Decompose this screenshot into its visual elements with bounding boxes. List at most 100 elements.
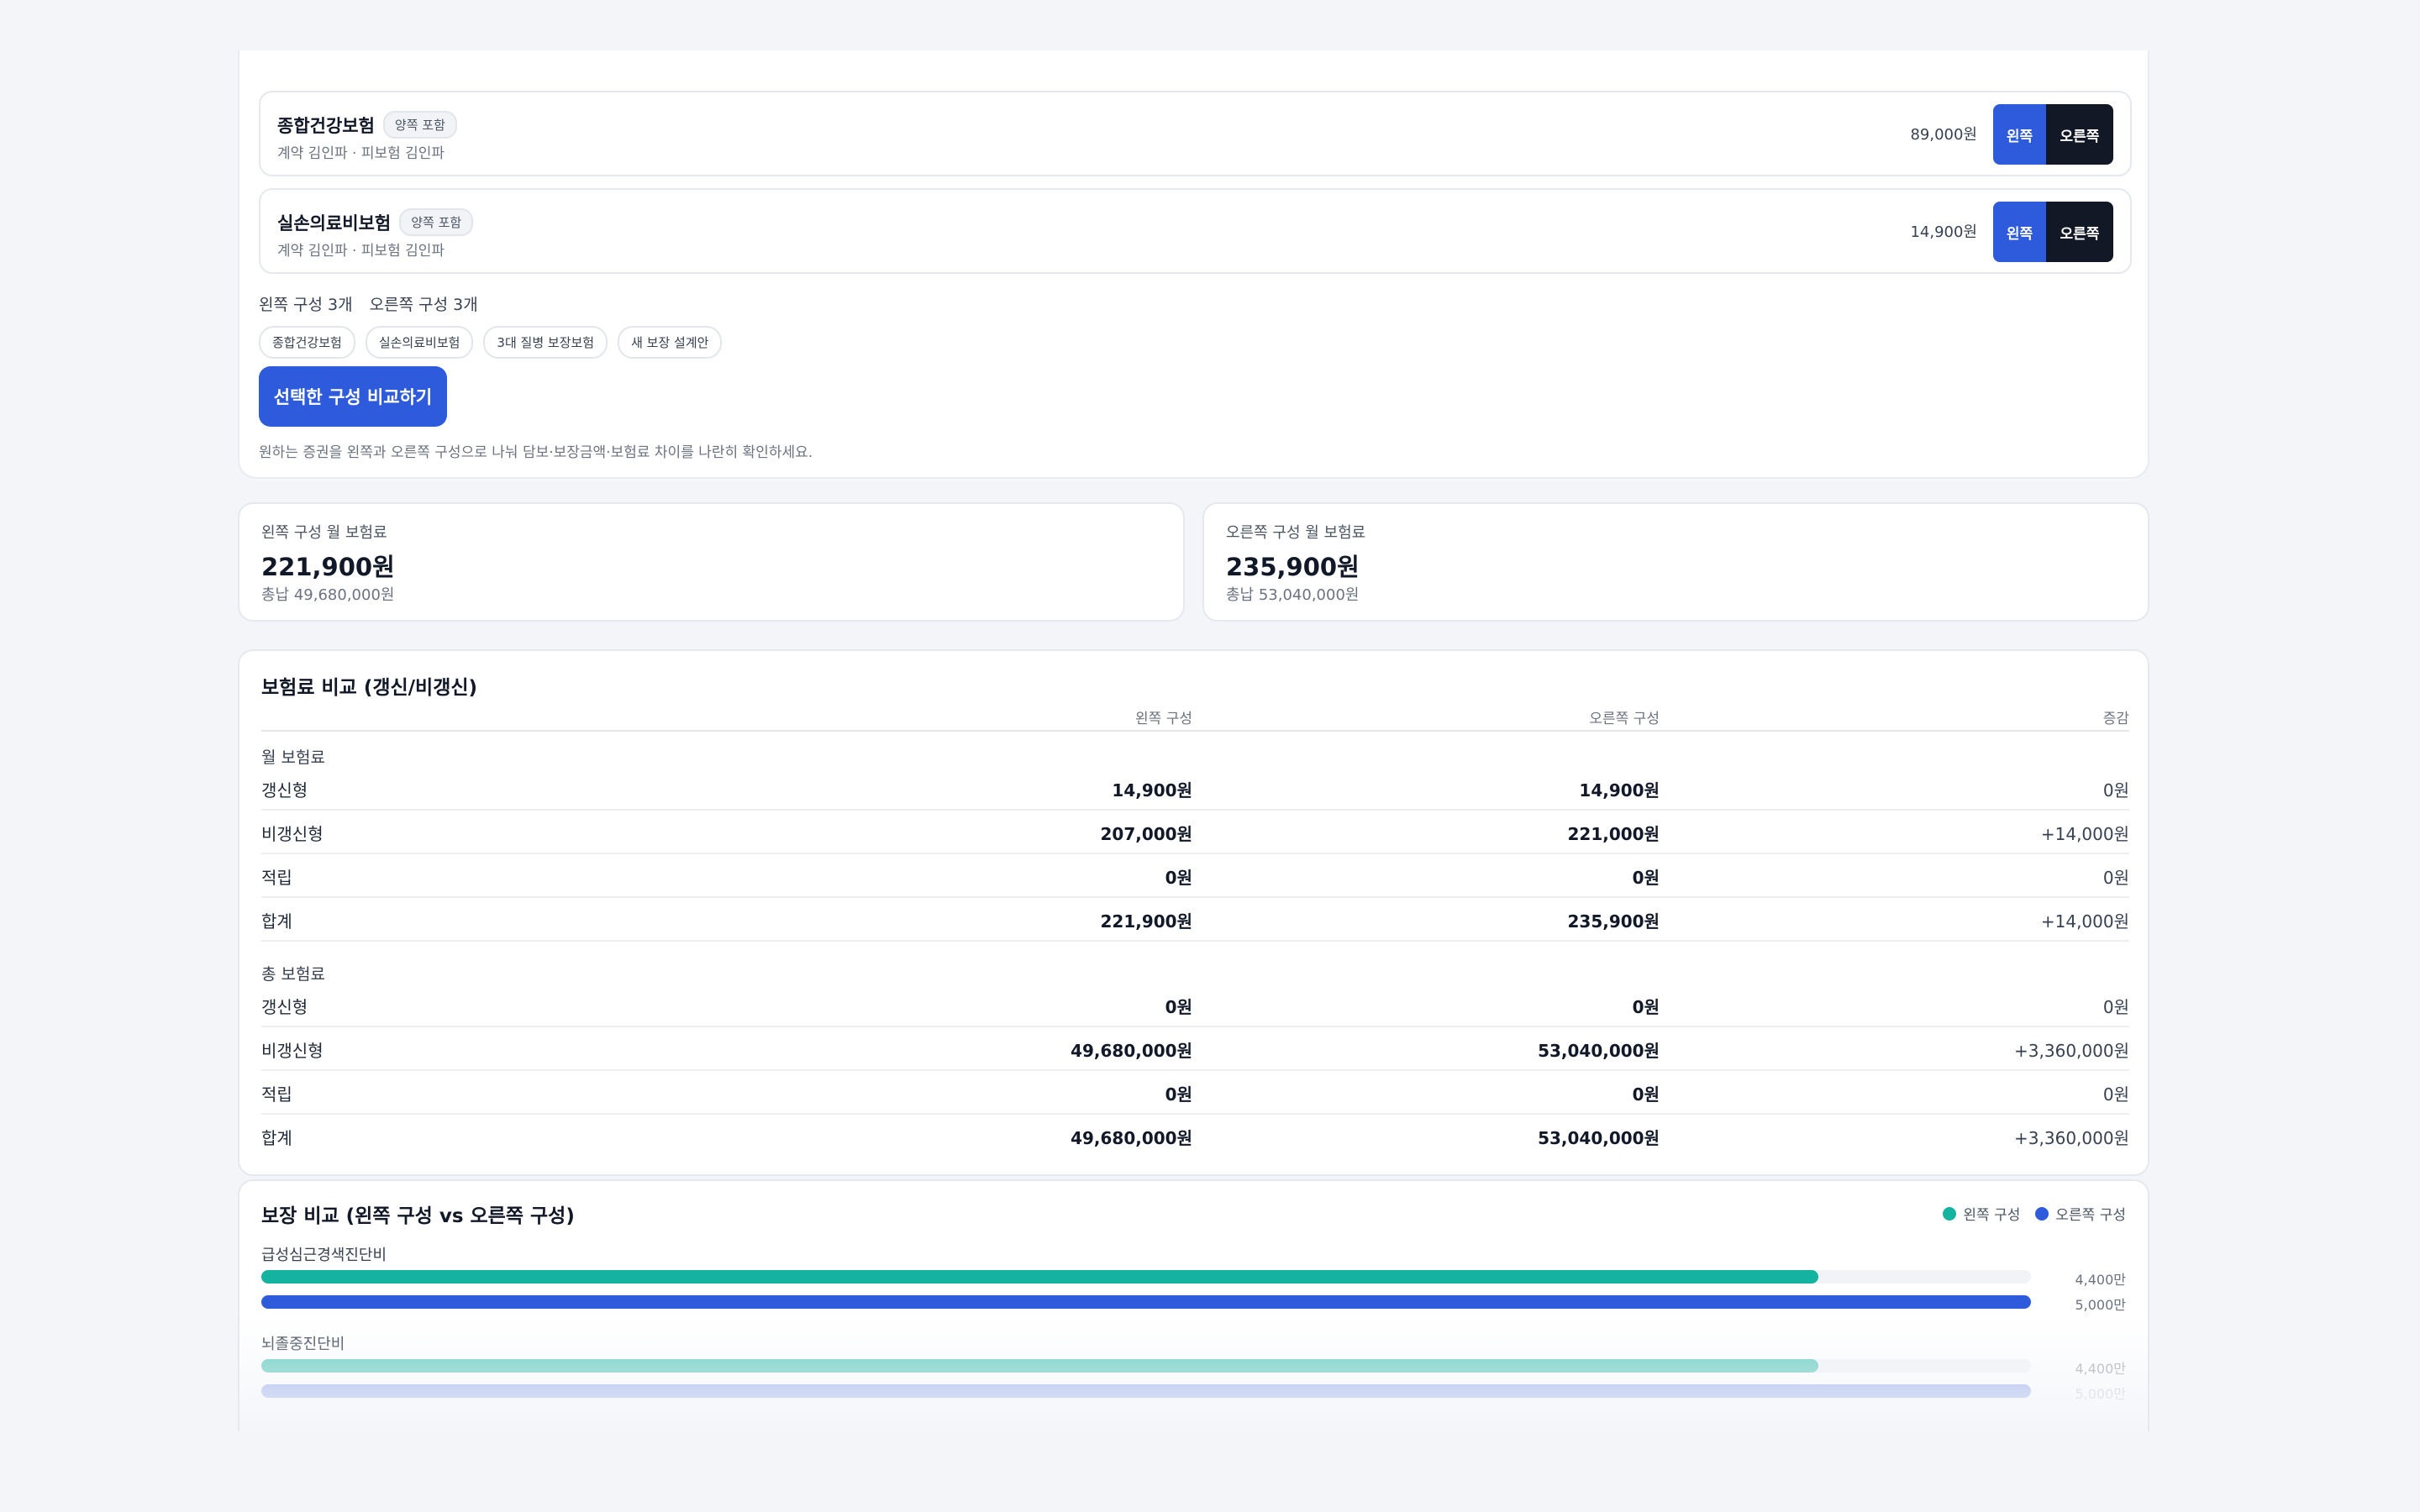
table-row: 합계 49,680,000원 53,040,000원 +3,360,000원 bbox=[261, 1115, 2129, 1158]
assign-right-button[interactable]: 오른쪽 bbox=[2046, 202, 2113, 262]
product-price: 89,000원 bbox=[1910, 126, 1977, 144]
row-left-value: 0원 bbox=[1165, 868, 1192, 888]
coverage-bar-value-right: 5,000만 bbox=[2075, 1386, 2126, 1402]
product-card: 종합건강보험 양쪽 포함 계약 김인파 · 피보험 김인파 89,000원 왼쪽… bbox=[259, 91, 2132, 176]
included-badge: 양쪽 포함 bbox=[399, 208, 474, 236]
coverage-bar-left bbox=[261, 1359, 1819, 1373]
product-subtitle: 계약 김인파 · 피보험 김인파 bbox=[277, 145, 445, 162]
row-diff-value: +3,360,000원 bbox=[2014, 1128, 2129, 1148]
table-row: 갱신형 14,900원 14,900원 0원 bbox=[261, 767, 2129, 811]
coverage-bar-track-left bbox=[261, 1270, 2031, 1284]
coverage-bar-right bbox=[261, 1295, 2031, 1309]
coverage-chart-title: 보장 비교 (왼쪽 구성 vs 오른쪽 구성) bbox=[261, 1205, 575, 1227]
row-diff-value: +3,360,000원 bbox=[2014, 1041, 2129, 1061]
selection-counts: 왼쪽 구성 3개 오른쪽 구성 3개 bbox=[259, 292, 490, 315]
header-left: 왼쪽 구성 bbox=[1135, 711, 1192, 727]
table-row: 비갱신형 49,680,000원 53,040,000원 +3,360,000원 bbox=[261, 1027, 2129, 1071]
row-label: 합계 bbox=[261, 911, 292, 932]
chip[interactable]: 실손의료비보험 bbox=[365, 326, 474, 359]
left-count: 왼쪽 구성 3개 bbox=[259, 296, 353, 314]
summary-label: 오른쪽 구성 월 보험료 bbox=[1226, 524, 1366, 542]
row-label: 적립 bbox=[261, 868, 292, 888]
table-row: 적립 0원 0원 0원 bbox=[261, 854, 2129, 898]
premium-comparison-card: 보험료 비교 (갱신/비갱신) 왼쪽 구성 오른쪽 구성 증감 월 보험료 갱신… bbox=[238, 649, 2149, 1176]
row-label: 적립 bbox=[261, 1084, 292, 1105]
coverage-item-label: 뇌졸중진단비 bbox=[261, 1336, 345, 1353]
row-left-value: 221,900원 bbox=[1100, 911, 1193, 932]
row-right-value: 0원 bbox=[1632, 997, 1660, 1017]
scroll-fade bbox=[239, 1315, 2148, 1431]
row-diff-value: +14,000원 bbox=[2040, 911, 2129, 932]
product-name: 실손의료비보험 양쪽 포함 bbox=[277, 208, 474, 236]
right-count: 오른쪽 구성 3개 bbox=[369, 296, 478, 314]
header-diff: 증감 bbox=[2102, 711, 2129, 727]
row-left-value: 49,680,000원 bbox=[1071, 1041, 1192, 1061]
chart-legend: 왼쪽 구성 오른쪽 구성 bbox=[1943, 1203, 2126, 1224]
row-label: 비갱신형 bbox=[261, 1041, 324, 1061]
coverage-bar-track-right bbox=[261, 1295, 2031, 1309]
legend-left: 왼쪽 구성 bbox=[1943, 1203, 2020, 1224]
row-label: 합계 bbox=[261, 1128, 292, 1148]
chip[interactable]: 새 보장 설계안 bbox=[618, 326, 723, 359]
row-right-value: 235,900원 bbox=[1567, 911, 1660, 932]
assign-left-button[interactable]: 왼쪽 bbox=[1993, 202, 2046, 262]
row-label: 비갱신형 bbox=[261, 824, 324, 844]
table-header: 왼쪽 구성 오른쪽 구성 증감 bbox=[261, 706, 2129, 732]
row-left-value: 207,000원 bbox=[1100, 824, 1193, 844]
product-name-text: 실손의료비보험 bbox=[277, 213, 392, 234]
coverage-bar-value-right: 5,000만 bbox=[2075, 1297, 2126, 1313]
row-left-value: 0원 bbox=[1165, 1084, 1192, 1105]
legend-left-label: 왼쪽 구성 bbox=[1963, 1207, 2021, 1224]
row-right-value: 53,040,000원 bbox=[1538, 1128, 1660, 1148]
summary-value: 235,900원 bbox=[1226, 553, 1360, 581]
row-right-value: 0원 bbox=[1632, 1084, 1660, 1105]
row-diff-value: 0원 bbox=[2102, 780, 2129, 801]
row-left-value: 0원 bbox=[1165, 997, 1192, 1017]
coverage-item-label: 급성심근경색진단비 bbox=[261, 1247, 387, 1264]
row-diff-value: 0원 bbox=[2102, 997, 2129, 1017]
coverage-bar-right bbox=[261, 1384, 2031, 1398]
coverage-bar-track-right bbox=[261, 1384, 2031, 1398]
table-row: 비갱신형 207,000원 221,000원 +14,000원 bbox=[261, 811, 2129, 854]
included-badge: 양쪽 포함 bbox=[382, 111, 457, 139]
right-summary-card: 오른쪽 구성 월 보험료 235,900원 총납 53,040,000원 bbox=[1202, 502, 2149, 622]
row-label: 갱신형 bbox=[261, 780, 308, 801]
row-label: 갱신형 bbox=[261, 997, 308, 1017]
chip[interactable]: 종합건강보험 bbox=[259, 326, 355, 359]
coverage-bar-track-left bbox=[261, 1359, 2031, 1373]
row-diff-value: 0원 bbox=[2102, 868, 2129, 888]
product-price: 14,900원 bbox=[1910, 223, 1977, 241]
summary-total: 총납 53,040,000원 bbox=[1226, 586, 1360, 604]
chip[interactable]: 3대 질병 보장보험 bbox=[483, 326, 608, 359]
assign-left-button[interactable]: 왼쪽 bbox=[1993, 104, 2046, 165]
product-name-text: 종합건강보험 bbox=[277, 115, 375, 136]
summary-total: 총납 49,680,000원 bbox=[261, 586, 395, 604]
header-right: 오른쪽 구성 bbox=[1589, 711, 1660, 727]
product-name: 종합건강보험 양쪽 포함 bbox=[277, 111, 457, 139]
table-row: 갱신형 0원 0원 0원 bbox=[261, 984, 2129, 1027]
compare-button[interactable]: 선택한 구성 비교하기 bbox=[259, 366, 447, 427]
coverage-bar-left bbox=[261, 1270, 1819, 1284]
row-diff-value: +14,000원 bbox=[2040, 824, 2129, 844]
row-right-value: 14,900원 bbox=[1579, 780, 1660, 801]
left-summary-card: 왼쪽 구성 월 보험료 221,900원 총납 49,680,000원 bbox=[238, 502, 1185, 622]
legend-left-dot bbox=[1943, 1206, 1957, 1221]
legend-right-dot bbox=[2035, 1206, 2049, 1221]
legend-right: 오른쪽 구성 bbox=[2035, 1203, 2126, 1224]
premium-table-title: 보험료 비교 (갱신/비갱신) bbox=[261, 677, 478, 699]
summary-label: 왼쪽 구성 월 보험료 bbox=[261, 524, 387, 542]
selected-chips: 종합건강보험 실손의료비보험 3대 질병 보장보험 새 보장 설계안 bbox=[259, 326, 723, 359]
product-subtitle: 계약 김인파 · 피보험 김인파 bbox=[277, 243, 445, 260]
row-right-value: 0원 bbox=[1632, 868, 1660, 888]
table-row: 합계 221,900원 235,900원 +14,000원 bbox=[261, 898, 2129, 942]
coverage-bar-value-left: 4,400만 bbox=[2075, 1272, 2126, 1288]
row-left-value: 49,680,000원 bbox=[1071, 1128, 1192, 1148]
coverage-bar-value-left: 4,400만 bbox=[2075, 1361, 2126, 1377]
assign-right-button[interactable]: 오른쪽 bbox=[2046, 104, 2113, 165]
product-card: 실손의료비보험 양쪽 포함 계약 김인파 · 피보험 김인파 14,900원 왼… bbox=[259, 188, 2132, 274]
coverage-chart-card: 보장 비교 (왼쪽 구성 vs 오른쪽 구성) 왼쪽 구성 오른쪽 구성 급성심… bbox=[238, 1179, 2149, 1431]
summary-value: 221,900원 bbox=[261, 553, 395, 581]
policy-selector-card: 종합건강보험 양쪽 포함 계약 김인파 · 피보험 김인파 89,000원 왼쪽… bbox=[238, 50, 2149, 479]
legend-right-label: 오른쪽 구성 bbox=[2055, 1207, 2126, 1224]
table-row: 적립 0원 0원 0원 bbox=[261, 1071, 2129, 1115]
